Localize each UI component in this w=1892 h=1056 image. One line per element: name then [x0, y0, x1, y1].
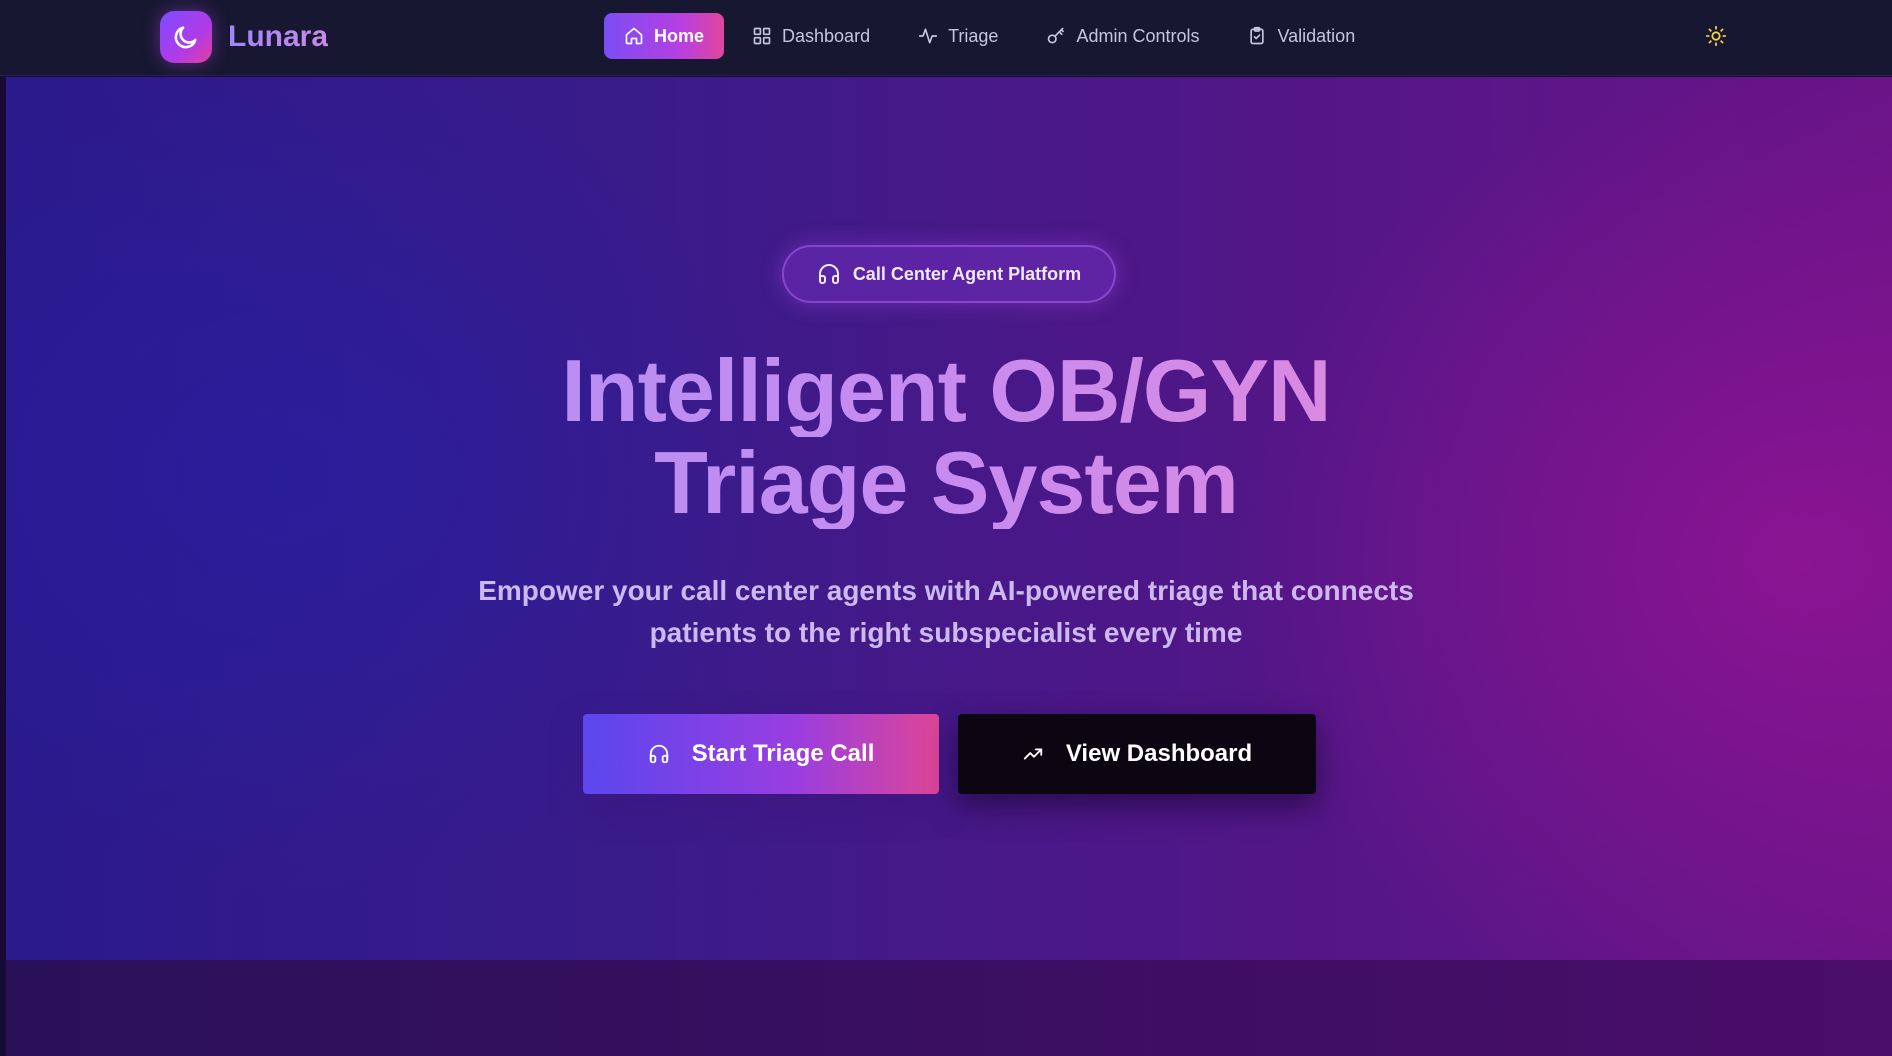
nav-item-validation[interactable]: Validation — [1227, 13, 1375, 59]
platform-badge: Call Center Agent Platform — [782, 245, 1116, 303]
clipboard-check-icon — [1250, 26, 1265, 45]
hero-subtitle: Empower your call center agents with AI-… — [396, 570, 1496, 654]
home-icon — [625, 27, 643, 45]
moon-icon — [160, 11, 212, 63]
grid-icon — [753, 27, 771, 45]
brand[interactable]: Lunara — [160, 11, 328, 63]
nav-item-admin-controls[interactable]: Admin Controls — [1026, 13, 1219, 59]
headphones-icon — [649, 744, 668, 764]
platform-badge-label: Call Center Agent Platform — [852, 263, 1082, 284]
main-nav: Home Dashboard Triage Admin Controls Val… — [604, 13, 1383, 59]
nav-item-label: Home — [654, 25, 705, 46]
start-triage-call-button[interactable]: Start Triage Call — [583, 714, 939, 794]
nav-item-label: Dashboard — [782, 25, 871, 46]
nav-item-dashboard[interactable]: Dashboard — [732, 13, 890, 59]
theme-toggle-button[interactable] — [1700, 20, 1732, 52]
start-triage-call-label: Start Triage Call — [691, 740, 875, 767]
nav-item-label: Validation — [1277, 25, 1356, 46]
hero-headline: Intelligent OB/GYN Triage System — [346, 345, 1546, 529]
subtitle-line-2: patients to the right subspecialist ever… — [649, 617, 1243, 648]
headphones-icon — [818, 264, 839, 284]
sun-icon — [1705, 25, 1727, 47]
top-navbar: Lunara Home Dashboard Triage Admin Contr… — [0, 0, 1892, 76]
hero-bottom-band — [6, 960, 1892, 1056]
headline-line-2: Triage System — [346, 437, 1546, 529]
view-dashboard-button[interactable]: View Dashboard — [958, 714, 1316, 794]
key-icon — [1048, 27, 1065, 44]
nav-item-label: Triage — [948, 25, 999, 46]
headline-line-1: Intelligent OB/GYN — [346, 345, 1546, 437]
trending-up-icon — [1023, 748, 1043, 760]
activity-icon — [918, 28, 938, 44]
subtitle-line-1: Empower your call center agents with AI-… — [478, 575, 1414, 606]
view-dashboard-label: View Dashboard — [1065, 740, 1253, 767]
nav-item-home[interactable]: Home — [604, 13, 725, 59]
app-window: Lunara Home Dashboard Triage Admin Contr… — [0, 0, 1892, 1056]
brand-name: Lunara — [228, 20, 329, 53]
nav-item-label: Admin Controls — [1076, 25, 1200, 46]
nav-item-triage[interactable]: Triage — [898, 13, 1018, 59]
